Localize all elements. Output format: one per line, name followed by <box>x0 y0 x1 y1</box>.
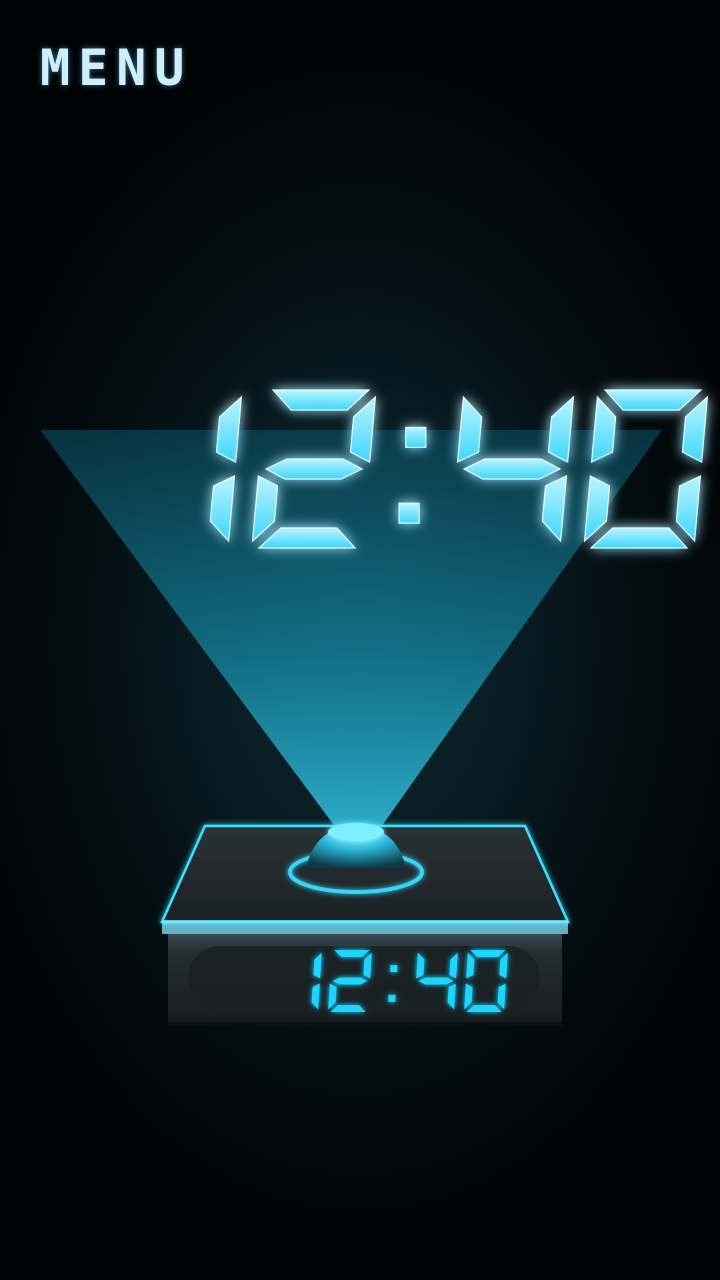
projection-beam <box>40 430 662 840</box>
device-bottom-edge <box>168 1022 562 1026</box>
digit-segment <box>589 527 689 549</box>
digit-segment <box>264 458 364 480</box>
digit-segment <box>603 389 703 411</box>
device-top-edge <box>162 920 568 934</box>
digit-segment <box>332 977 368 985</box>
lens-light <box>328 823 384 841</box>
digit-segment <box>418 977 454 985</box>
digit-segment <box>590 395 617 463</box>
colon-dot <box>388 994 396 1002</box>
projector-device <box>160 823 570 1026</box>
colon-dot <box>405 426 427 448</box>
hologram-clock-scene <box>40 389 709 1026</box>
digit-segment <box>675 475 702 543</box>
menu-button[interactable]: MENU <box>40 36 280 100</box>
app-screen: MENU 12:40 12:40 <box>0 0 720 1280</box>
digit-segment <box>681 395 709 463</box>
digit-segment <box>462 458 562 480</box>
colon-dot <box>390 965 398 973</box>
digit-segment <box>456 395 483 463</box>
colon-dot <box>398 502 420 524</box>
digit-segment <box>271 389 371 411</box>
